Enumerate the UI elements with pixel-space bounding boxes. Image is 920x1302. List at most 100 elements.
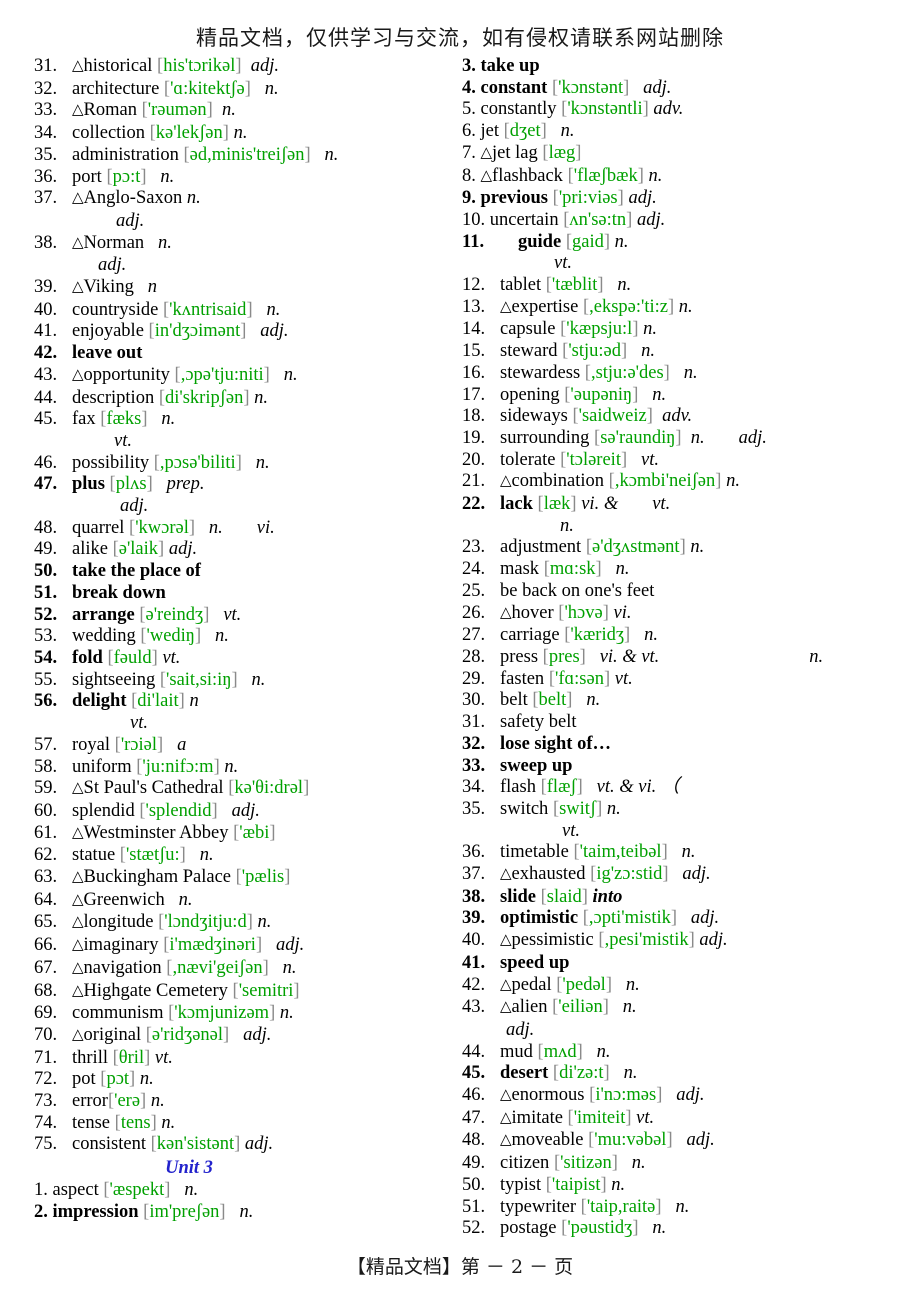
vocabulary-entry: 37. △exhausted [ig'zɔ:stid] adj. bbox=[462, 864, 902, 887]
vocabulary-entry: 69. communism ['kɔmjunizəm] n. bbox=[34, 1003, 454, 1025]
vocabulary-entry: 46. △enormous [i'nɔ:məs] adj. bbox=[462, 1085, 902, 1108]
triangle-marker: △ bbox=[72, 1026, 84, 1043]
entry-word: delight bbox=[72, 691, 127, 712]
part-of-speech: adv. bbox=[653, 99, 684, 120]
part-of-speech: a bbox=[177, 734, 187, 755]
entry-number: 70. bbox=[34, 1024, 58, 1045]
phonetic-transcription: [di'lait] bbox=[131, 691, 185, 712]
vocabulary-entry: 66. △imaginary [i'mædʒinəri] adj. bbox=[34, 935, 454, 958]
vocabulary-entry: 34. flash [flæʃ] vt. & vi. （ bbox=[462, 777, 902, 799]
watermark-footer: 【精品文档】第 － 2 － 页 bbox=[346, 1256, 574, 1278]
entry-number: 57. bbox=[34, 734, 58, 755]
phonetic-transcription: ['pælis] bbox=[235, 867, 291, 888]
part-of-speech: adj. bbox=[231, 800, 260, 821]
vocabulary-entry: 34. collection [kə'lekʃən] n. bbox=[34, 123, 454, 145]
triangle-marker: △ bbox=[72, 982, 84, 999]
entry-word: fax bbox=[72, 409, 96, 430]
entry-word: stewardess bbox=[500, 362, 581, 383]
part-of-speech: n. bbox=[239, 1201, 254, 1222]
part-of-speech: adj. bbox=[250, 56, 280, 76]
part-of-speech: n. bbox=[586, 690, 601, 711]
part-of-speech: n. bbox=[199, 845, 214, 866]
entry-number: 75. bbox=[34, 1134, 58, 1155]
entry-number: 4. bbox=[462, 77, 476, 98]
entry-number: 74. bbox=[34, 1112, 58, 1133]
phonetic-transcription: [dʒet] bbox=[503, 121, 547, 142]
part-of-speech: n. bbox=[266, 299, 281, 320]
phonetic-transcription: ['lɔndʒitju:d] bbox=[158, 912, 253, 933]
entry-word: collection bbox=[72, 123, 145, 144]
part-of-speech: adj. bbox=[682, 864, 711, 885]
part-of-speech-secondary: adj. bbox=[738, 427, 767, 448]
phonetic-transcription: ['stju:əd] bbox=[562, 341, 628, 362]
part-of-speech: adj. bbox=[244, 1134, 274, 1155]
entry-word: postage bbox=[500, 1218, 557, 1239]
entry-word: be back on one's feet bbox=[500, 580, 655, 601]
phonetic-transcription: ['pedəl] bbox=[556, 974, 612, 995]
entry-number: 10. bbox=[462, 209, 486, 230]
phonetic-transcription: [mʌd] bbox=[537, 1041, 583, 1062]
entry-number: 50. bbox=[462, 1174, 486, 1195]
entry-word: flash bbox=[500, 777, 536, 798]
triangle-marker: △ bbox=[500, 473, 512, 490]
part-of-speech: n. bbox=[560, 121, 575, 142]
vocabulary-entry: 64. △Greenwich n. bbox=[34, 890, 454, 913]
entry-number: 24. bbox=[462, 559, 486, 580]
entry-number: 66. bbox=[34, 935, 58, 956]
vocabulary-entry: 60. splendid ['splendid] adj. bbox=[34, 801, 454, 823]
vocabulary-columns: 31. △ historical [his'tɔrikəl] adj. 32. arch… bbox=[0, 56, 920, 1238]
entry-word: navigation bbox=[83, 957, 162, 978]
vocabulary-entry: 33. sweep up bbox=[462, 756, 902, 778]
phonetic-transcription: ['sitizən] bbox=[553, 1153, 618, 1174]
entry-word: uniform bbox=[72, 756, 132, 777]
part-of-speech: n. bbox=[683, 362, 698, 383]
entry-number: 8. bbox=[462, 165, 476, 186]
phonetic-transcription: ['mu:vəbəl] bbox=[588, 1130, 673, 1151]
part-of-speech: adj. bbox=[636, 209, 666, 230]
entry-number: 51. bbox=[462, 1196, 486, 1217]
vocabulary-entry: 1. aspect ['æspekt] n. bbox=[34, 1180, 454, 1202]
phonetic-transcription: [tens] bbox=[114, 1112, 157, 1133]
part-of-speech: adj. bbox=[643, 77, 672, 98]
entry-number: 27. bbox=[462, 625, 486, 646]
entry-word: previous bbox=[480, 188, 549, 209]
vocabulary-entry: 49. citizen ['sitizən] n. bbox=[462, 1153, 902, 1175]
vocabulary-entry: 8. △flashback ['flæʃbæk] n. bbox=[462, 166, 902, 189]
part-of-speech: n. bbox=[681, 842, 696, 863]
entry-number: 25. bbox=[462, 580, 486, 601]
part-of-speech: n. bbox=[233, 123, 248, 144]
triangle-marker: △ bbox=[500, 976, 512, 993]
part-of-speech: n. bbox=[160, 166, 175, 187]
vocabulary-entry: 11. guide [gaid] n. bbox=[462, 232, 902, 254]
part-of-speech: n. bbox=[643, 319, 657, 340]
vocabulary-entry: 61. △Westminster Abbey ['æbi] bbox=[34, 823, 454, 846]
entry-number: 16. bbox=[462, 362, 486, 383]
part-of-speech: vt. & vi. （ bbox=[596, 777, 680, 798]
entry-number: 68. bbox=[34, 980, 58, 1001]
part-of-speech: vt. bbox=[614, 668, 633, 689]
entry-number: 26. bbox=[462, 602, 486, 623]
vocabulary-entry: 36. timetable ['taim,teibəl] n. bbox=[462, 842, 902, 864]
entry-word: original bbox=[83, 1024, 142, 1045]
phonetic-transcription: [,ekspə:'ti:z] bbox=[582, 296, 675, 317]
vocabulary-entry: 56. delight [di'lait] n bbox=[34, 691, 454, 713]
part-of-speech: adj. bbox=[690, 908, 720, 929]
part-of-speech: n. bbox=[631, 1153, 646, 1174]
entry-number: 53. bbox=[34, 626, 58, 647]
entry-word: switch bbox=[500, 798, 549, 819]
entry-word: Highgate Cemetery bbox=[83, 980, 228, 1001]
vocabulary-entry: 52. postage ['pəustidʒ] n. bbox=[462, 1218, 902, 1240]
part-of-speech: n. bbox=[625, 974, 640, 995]
entry-word: flashback bbox=[492, 165, 563, 186]
part-of-speech: n. bbox=[615, 559, 630, 580]
entry-number: 3. bbox=[462, 56, 476, 76]
entry-continuation: vt. bbox=[462, 821, 902, 843]
phonetic-transcription: ['semitri] bbox=[232, 980, 300, 1001]
part-of-speech: n. bbox=[596, 1041, 611, 1062]
vocabulary-entry: 53. wedding ['wediŋ] n. bbox=[34, 626, 454, 648]
vocabulary-entry: 21. △combination [,kɔmbi'neiʃən] n. bbox=[462, 471, 902, 494]
vocabulary-entry: 43. △alien ['eiliən] n. bbox=[462, 997, 902, 1020]
entry-word: enormous bbox=[511, 1085, 585, 1106]
part-of-speech: n. bbox=[251, 669, 266, 690]
part-of-speech: n. bbox=[652, 1218, 667, 1239]
